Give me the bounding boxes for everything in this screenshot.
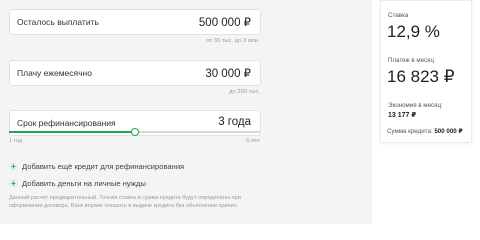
remaining-amount-label: Осталось выплатить bbox=[17, 17, 99, 27]
disclaimer-text: Данный расчет предварительный. Точная ст… bbox=[9, 195, 241, 209]
total-line: Сумма кредита: 500 000 ₽ bbox=[387, 128, 463, 135]
monthly-payment-field[interactable]: Плачу ежемесячно 30 000 ₽ bbox=[9, 60, 261, 86]
savings-value: 13 177 ₽ bbox=[388, 112, 417, 119]
term-min-label: 1 год bbox=[9, 138, 23, 144]
plus-icon: + bbox=[9, 179, 18, 188]
payment-value: 16 823 ₽ bbox=[387, 67, 455, 86]
summary-card: Ставка 12,9 % Платеж в месяц 16 823 ₽ Эк… bbox=[380, 0, 472, 143]
add-credit-label: Добавить ещё кредит для рефинансирования bbox=[22, 162, 185, 171]
monthly-payment-value[interactable]: 30 000 ₽ bbox=[205, 66, 251, 80]
payment-label: Платеж в месяц bbox=[388, 57, 435, 64]
monthly-payment-hint: до 200 тыс. bbox=[229, 89, 260, 95]
remaining-amount-value[interactable]: 500 000 ₽ bbox=[199, 15, 251, 29]
remaining-amount-field[interactable]: Осталось выплатить 500 000 ₽ bbox=[9, 9, 261, 35]
total-value: 500 000 ₽ bbox=[434, 128, 463, 135]
term-slider-handle[interactable] bbox=[130, 128, 139, 136]
total-label: Сумма кредита: bbox=[387, 128, 433, 135]
add-money-label: Добавить деньги на личные нужды bbox=[22, 179, 146, 188]
plus-icon: + bbox=[9, 162, 18, 171]
term-max-label: 5 лет bbox=[246, 138, 260, 144]
rate-label: Ставка bbox=[388, 12, 409, 19]
savings-label: Экономия в месяц: bbox=[388, 102, 443, 109]
term-label: Срок рефинансирования bbox=[17, 118, 116, 128]
monthly-payment-label: Плачу ежемесячно bbox=[17, 68, 92, 78]
rate-value: 12,9 % bbox=[387, 22, 440, 41]
term-slider-fill bbox=[9, 131, 135, 133]
remaining-amount-hint: от 30 тыс. до 3 млн. bbox=[206, 38, 260, 44]
term-slider[interactable] bbox=[9, 128, 260, 136]
term-value: 3 года bbox=[218, 116, 251, 128]
